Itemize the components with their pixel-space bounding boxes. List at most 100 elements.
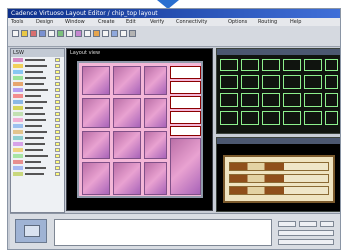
row-strip[interactable] [229,186,329,195]
cell-instance[interactable] [283,93,301,107]
white-macro[interactable] [170,96,201,109]
status-button[interactable] [320,221,334,227]
layer-row[interactable] [13,88,62,93]
toolbar-button[interactable] [39,30,46,37]
layout-block[interactable] [113,66,141,95]
layout-block[interactable] [82,131,110,159]
layer-row[interactable] [13,130,62,135]
layer-visible-icon[interactable] [55,130,60,134]
menu-item[interactable]: Routing [258,18,277,26]
toolbar-button[interactable] [102,30,109,37]
cell-instance[interactable] [283,59,301,71]
layout-block[interactable] [144,131,167,159]
layout-block[interactable] [82,66,110,95]
toolbar-button[interactable] [93,30,100,37]
menu-item[interactable]: Tools [11,18,23,26]
layout-block[interactable] [144,162,167,195]
white-macro[interactable] [170,81,201,94]
cell-instance[interactable] [241,75,259,89]
menu-item[interactable]: Connectivity [176,18,207,26]
layer-row[interactable] [13,94,62,99]
cell-instance[interactable] [283,111,301,125]
cell-instance[interactable] [304,111,322,125]
toolbar-button[interactable] [21,30,28,37]
chip-die[interactable] [77,61,203,198]
layer-visible-icon[interactable] [55,64,60,68]
layout-block[interactable] [170,138,201,195]
menu-item[interactable]: Verify [150,18,164,26]
layer-row[interactable] [13,172,62,177]
cell-instance[interactable] [304,75,322,89]
cell-instance[interactable] [283,75,301,89]
layer-visible-icon[interactable] [55,136,60,140]
layer-visible-icon[interactable] [55,106,60,110]
layer-row[interactable] [13,136,62,141]
cell-instance[interactable] [325,93,338,107]
toolbar-button[interactable] [120,30,127,37]
layer-visible-icon[interactable] [55,148,60,152]
layer-row[interactable] [13,118,62,123]
cell-instance[interactable] [220,75,238,89]
detail-view[interactable] [216,48,340,134]
layer-visible-icon[interactable] [55,172,60,176]
menu-item[interactable]: Options [228,18,247,26]
layer-row[interactable] [13,76,62,81]
cell-instance[interactable] [262,111,280,125]
layer-visible-icon[interactable] [55,82,60,86]
layer-visible-icon[interactable] [55,94,60,98]
cell-instance[interactable] [325,75,338,89]
toolbar-button[interactable] [75,30,82,37]
row-view[interactable] [216,137,340,212]
layout-block[interactable] [144,66,167,95]
layout-block[interactable] [113,98,141,128]
layer-row[interactable] [13,112,62,117]
layer-row[interactable] [13,148,62,153]
cell-instance[interactable] [241,93,259,107]
layer-visible-icon[interactable] [55,160,60,164]
toolbar-button[interactable] [129,30,136,37]
layer-visible-icon[interactable] [55,142,60,146]
cell-instance[interactable] [325,59,338,71]
status-button[interactable] [299,221,317,227]
status-button[interactable] [278,221,296,227]
row-strip[interactable] [229,174,329,183]
layer-row[interactable] [13,142,62,147]
layer-row[interactable] [13,82,62,87]
toolbar-button[interactable] [111,30,118,37]
cell-instance[interactable] [304,59,322,71]
layer-visible-icon[interactable] [55,112,60,116]
toolbar-button[interactable] [48,30,55,37]
layer-visible-icon[interactable] [55,154,60,158]
layer-visible-icon[interactable] [55,70,60,74]
toolbar-button[interactable] [30,30,37,37]
layer-visible-icon[interactable] [55,166,60,170]
cell-instance[interactable] [220,93,238,107]
layer-visible-icon[interactable] [55,118,60,122]
cell-instance[interactable] [220,111,238,125]
layout-block[interactable] [113,131,141,159]
toolbar-button[interactable] [57,30,64,37]
row-strip[interactable] [229,162,329,171]
menu-item[interactable]: Window [65,18,85,26]
cell-instance[interactable] [241,59,259,71]
layer-visible-icon[interactable] [55,100,60,104]
layout-block[interactable] [82,162,110,195]
white-macro[interactable] [170,111,201,124]
cell-instance[interactable] [304,93,322,107]
layer-visible-icon[interactable] [55,76,60,80]
cell-instance[interactable] [241,111,259,125]
menu-item[interactable]: Help [290,18,301,26]
layout-block[interactable] [82,98,110,128]
cell-instance[interactable] [262,75,280,89]
layer-row[interactable] [13,106,62,111]
layer-visible-icon[interactable] [55,58,60,62]
status-button[interactable] [278,230,334,236]
cell-instance[interactable] [325,111,338,125]
toolbar-button[interactable] [84,30,91,37]
layer-row[interactable] [13,100,62,105]
layout-block[interactable] [113,162,141,195]
status-button[interactable] [278,239,334,245]
layer-row[interactable] [13,160,62,165]
cell-instance[interactable] [262,93,280,107]
layer-row[interactable] [13,166,62,171]
